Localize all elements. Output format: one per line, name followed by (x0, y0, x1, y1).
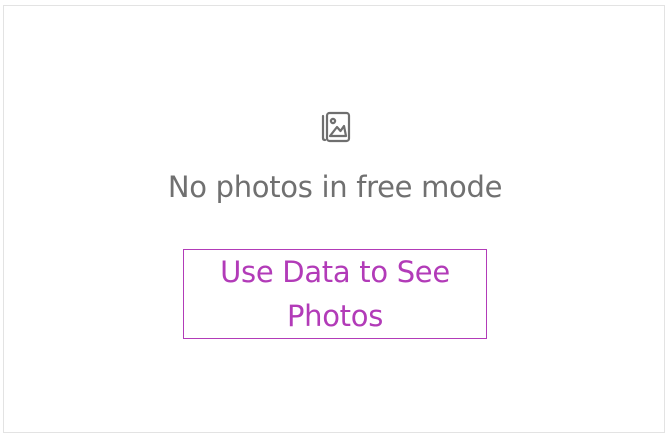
photo-stack-icon (321, 111, 351, 143)
use-data-button[interactable]: Use Data to See Photos (183, 249, 487, 339)
empty-state-card (3, 5, 665, 433)
empty-state-message: No photos in free mode (167, 170, 503, 204)
